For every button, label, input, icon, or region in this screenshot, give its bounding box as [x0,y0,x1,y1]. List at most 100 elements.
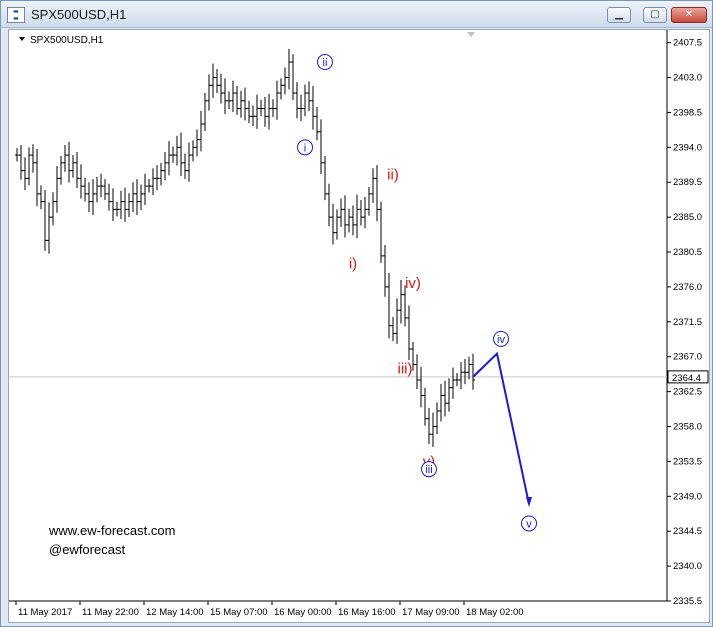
ohlc-bar [71,155,75,178]
ohlc-bar [203,93,207,132]
ohlc-bar [367,186,371,216]
ohlc-bar [339,198,343,227]
ohlc-bar [427,407,431,445]
ohlc-bar [443,380,447,417]
ohlc-bar [311,86,315,130]
x-tick-label: 18 May 02:00 [466,607,524,618]
y-tick-label: 2407.5 [673,38,702,49]
ohlc-bar [263,96,267,127]
y-tick-label: 2349.0 [673,491,702,502]
wave-label: iii [425,464,432,476]
ohlc-bar [347,208,351,233]
chart-shift-marker-icon[interactable] [467,32,475,37]
ohlc-bar [435,402,439,435]
y-tick-label: 2385.0 [673,212,702,223]
wave-projection-line [472,351,530,505]
ohlc-bar [75,151,79,189]
ohlc-bar [43,189,47,251]
ohlc-bar [247,100,251,124]
wave-label: ii [323,57,328,69]
ohlc-bar [451,367,455,399]
projection-arrowhead [526,497,532,508]
ohlc-bar [187,142,191,182]
y-tick-label: 2394.0 [673,142,702,153]
x-tick-label: 15 May 07:00 [210,607,268,618]
ohlc-bar [95,176,99,203]
y-tick-label: 2340.0 [673,561,702,572]
ohlc-bar [279,78,283,100]
ohlc-bar [467,356,471,380]
ohlc-bar [219,73,223,104]
ohlc-bar [359,200,363,226]
wave-label: iv) [405,275,421,292]
ohlc-bar [395,298,399,344]
ohlc-bar [107,183,111,211]
ohlc-bar [15,148,19,162]
ohlc-bar [147,179,151,193]
ohlc-bar [439,383,443,422]
y-tick-label: 2389.5 [673,177,702,188]
symbol-dropdown-icon[interactable] [19,37,25,41]
ohlc-bar [211,63,215,98]
window-title: SPX500USD,H1 [31,7,127,22]
ohlc-bar [79,164,83,199]
ohlc-bar [423,387,427,426]
ohlc-bar [455,373,459,387]
ohlc-bar [87,182,91,213]
ohlc-bar [111,188,115,222]
ohlc-bar [303,84,307,117]
ohlc-bar [51,192,55,226]
ohlc-bar [371,168,375,203]
ohlc-bar [231,80,235,112]
chart-window: ▬▬ SPX500USD,H1 ▁ ▢ ✕ iiii)ii)iii)iv)v)i… [0,0,713,627]
ohlc-bar [407,305,411,361]
ohlc-bar [447,378,451,412]
ohlc-bar [243,87,247,121]
current-price-label: 2364.4 [672,373,701,384]
title-bar[interactable]: ▬ ▬ SPX500USD,H1 ▁ ▢ ✕ [1,1,712,28]
chart-window-icon: ▬ ▬ [7,7,25,23]
ohlc-bar [239,90,243,118]
y-tick-label: 2380.5 [673,247,702,258]
wave-label: iii) [398,360,413,377]
ohlc-bar [195,129,199,157]
price-chart[interactable]: iiii)ii)iii)iv)v)iiiivv 2407.52403.02398… [9,30,709,622]
ohlc-bar [171,146,175,163]
y-tick-label: 2371.5 [673,317,702,328]
ohlc-bar [191,140,195,162]
ohlc-bar [31,144,35,173]
y-tick-label: 2398.5 [673,107,702,118]
chart-area[interactable]: iiii)ii)iii)iv)v)iiiivv 2407.52403.02398… [8,29,710,623]
ohlc-bar [259,100,263,117]
minimize-icon[interactable]: ▁ [607,7,631,23]
ohlc-bar [351,205,355,236]
ohlc-bar [179,132,183,177]
ohlc-bar [355,194,359,239]
ohlc-bar [27,147,31,186]
maximize-icon[interactable]: ▢ [643,7,667,23]
ohlc-bar [135,179,139,215]
ohlc-bar [255,94,259,129]
ohlc-bar [199,110,203,152]
ohlc-bar [35,148,39,207]
ohlc-bar [151,168,155,196]
ohlc-bar [431,412,435,447]
ohlc-bar [399,279,403,324]
wave-label: iv [497,334,505,346]
ohlc-bar [295,82,299,119]
watermark-url: www.ew-forecast.com [48,523,175,538]
ohlc-bar [235,86,239,115]
ohlc-bar [387,272,391,339]
wave-label: ii) [387,166,399,183]
x-tick-label: 11 May 22:00 [82,607,139,618]
ohlc-bar [379,201,383,263]
ohlc-bar [463,359,467,385]
ohlc-bar [271,99,275,117]
ohlc-bar [307,81,311,112]
ohlc-bar [115,201,119,217]
close-icon[interactable]: ✕ [671,7,707,23]
y-tick-label: 2362.5 [673,387,702,398]
ohlc-bar [207,74,211,111]
ohlc-bar [83,177,87,202]
x-tick-label: 16 May 00:00 [274,607,332,618]
